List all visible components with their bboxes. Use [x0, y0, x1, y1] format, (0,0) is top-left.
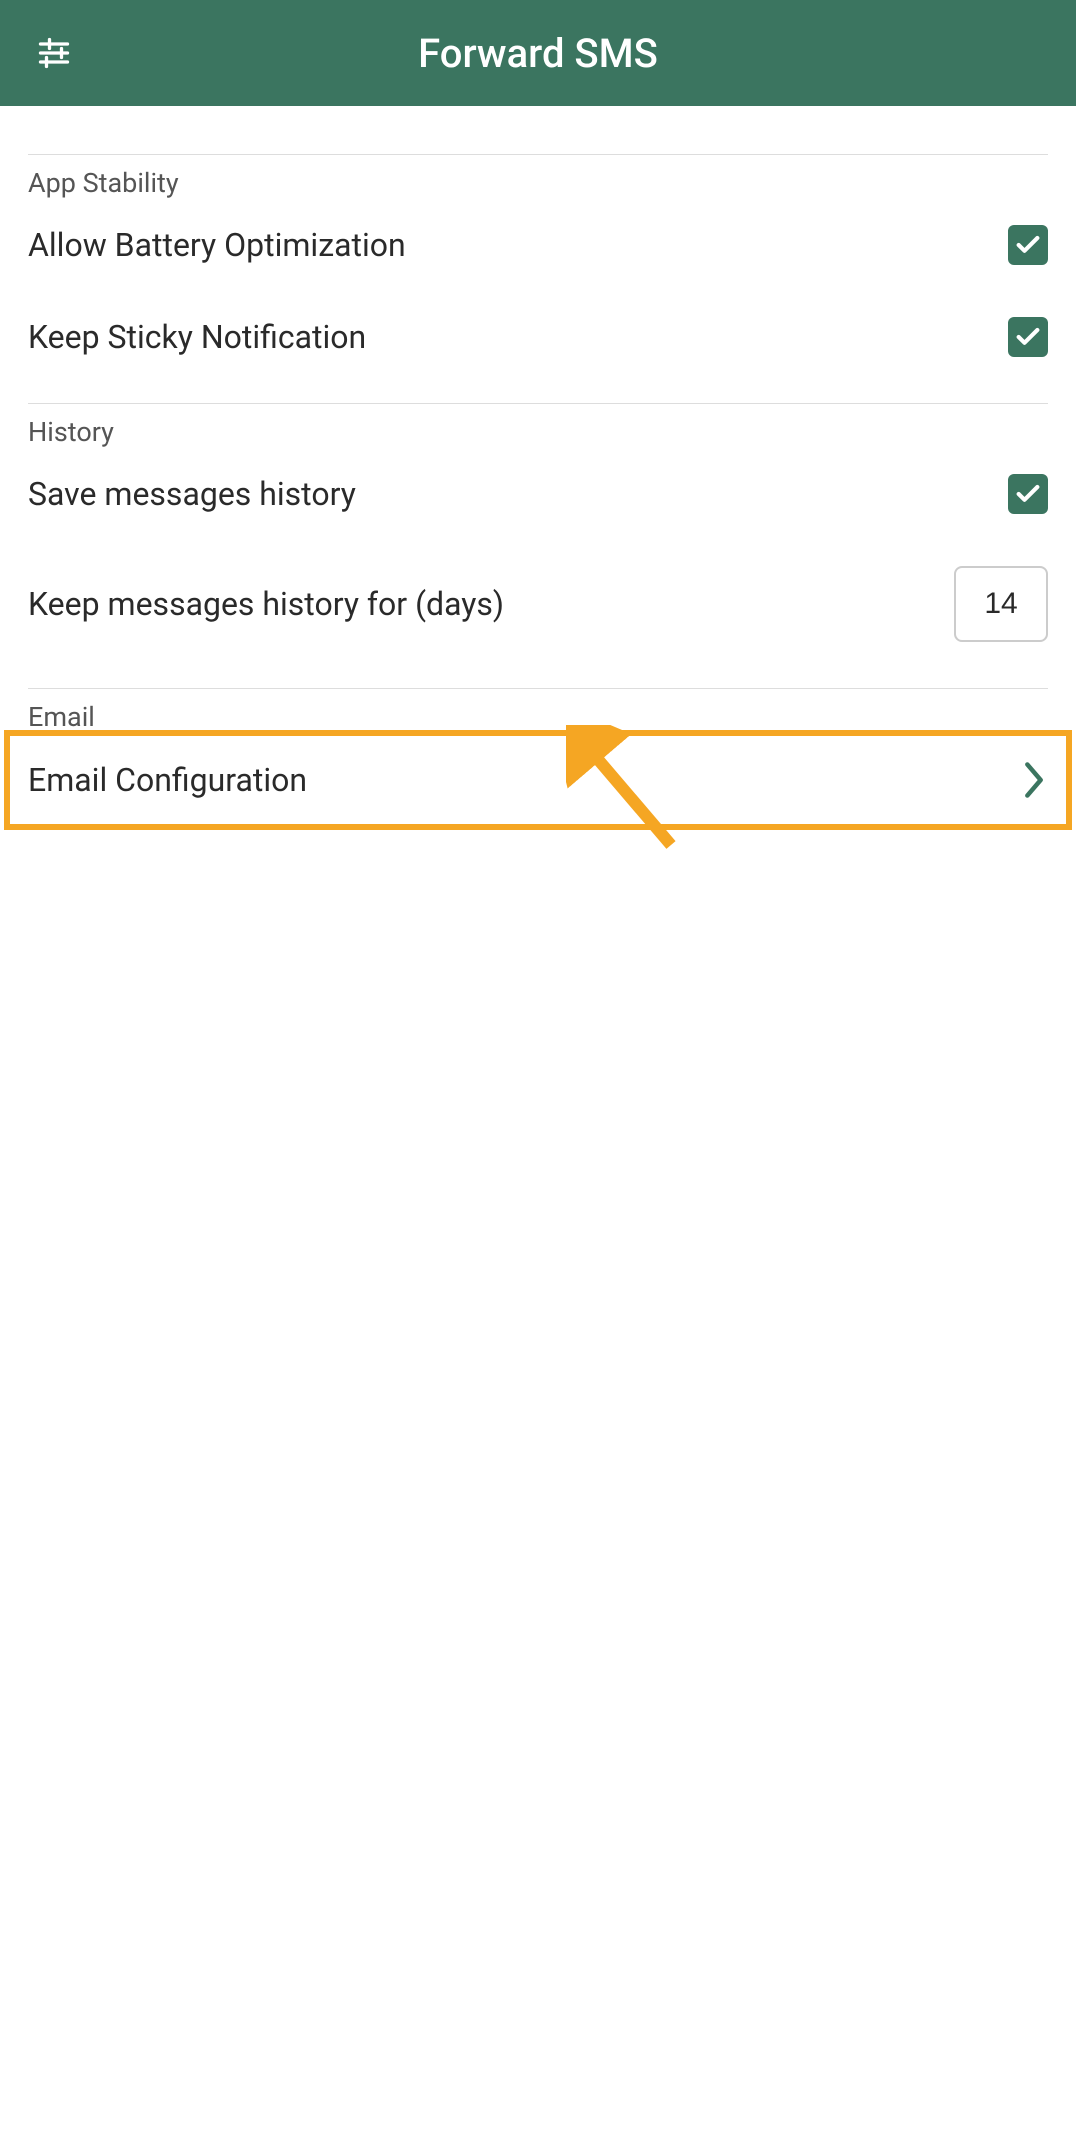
page-title: Forward SMS [0, 30, 1076, 77]
section-header-email: Email [28, 688, 1048, 733]
label-battery-optimization: Allow Battery Optimization [28, 226, 406, 264]
label-keep-days: Keep messages history for (days) [28, 585, 504, 623]
chevron-right-icon [1020, 760, 1048, 800]
section-header-history: History [28, 403, 1048, 448]
check-icon [1014, 323, 1042, 351]
row-email-configuration[interactable]: Email Configuration [28, 733, 1048, 827]
row-battery-optimization[interactable]: Allow Battery Optimization [28, 199, 1048, 291]
check-icon [1014, 480, 1042, 508]
app-header: Forward SMS [0, 0, 1076, 106]
input-keep-days[interactable] [954, 566, 1048, 642]
row-keep-days: Keep messages history for (days) [28, 540, 1048, 668]
section-header-stability: App Stability [28, 154, 1048, 199]
label-sticky-notification: Keep Sticky Notification [28, 318, 366, 356]
label-email-configuration: Email Configuration [28, 761, 307, 799]
label-save-history: Save messages history [28, 475, 356, 513]
checkbox-sticky-notification[interactable] [1008, 317, 1048, 357]
checkbox-save-history[interactable] [1008, 474, 1048, 514]
tune-icon[interactable] [36, 35, 72, 71]
row-save-history[interactable]: Save messages history [28, 448, 1048, 540]
checkbox-battery-optimization[interactable] [1008, 225, 1048, 265]
check-icon [1014, 231, 1042, 259]
row-sticky-notification[interactable]: Keep Sticky Notification [28, 291, 1048, 383]
